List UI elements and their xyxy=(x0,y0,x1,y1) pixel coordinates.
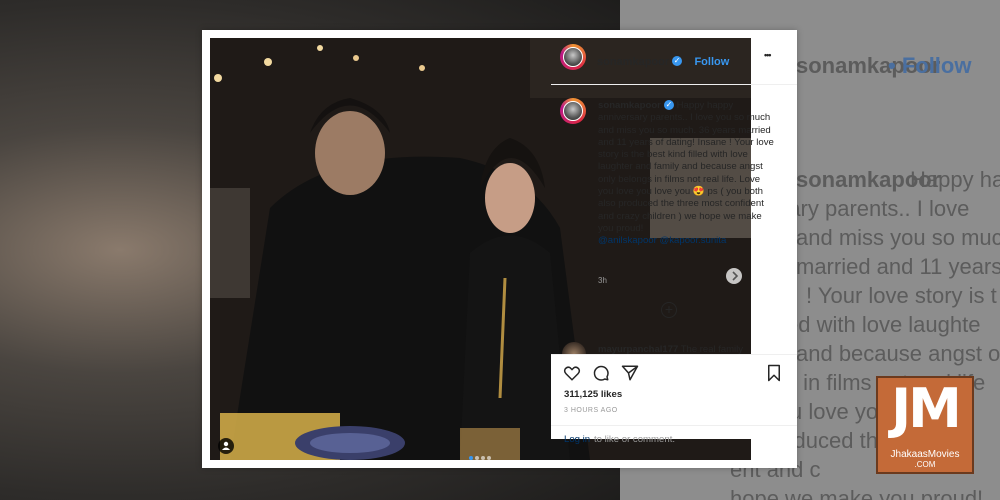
next-photo-chevron-icon[interactable] xyxy=(726,268,742,284)
bg-follow: • Follow xyxy=(888,53,972,78)
logo-site-name: JhakaasMovies xyxy=(890,449,960,460)
commenter-avatar[interactable] xyxy=(562,342,586,354)
bg-line-3: married and 11 years xyxy=(796,254,1000,279)
follow-button[interactable]: Follow xyxy=(694,56,729,68)
bg-line-4: ! Your love story is t xyxy=(806,283,997,308)
commenter-username[interactable]: mayurpanchal177 xyxy=(598,344,678,354)
caption-text: Happy happy anniversary parents.. I love… xyxy=(598,100,774,234)
comment-icon[interactable] xyxy=(592,364,610,387)
carousel-dot-active xyxy=(469,456,473,460)
header-divider xyxy=(551,84,797,85)
verified-badge-icon: ✓ xyxy=(672,55,683,66)
post-author-username[interactable]: sonamkapoor xyxy=(597,56,669,68)
share-icon[interactable] xyxy=(621,364,639,387)
login-prompt: Log in to like or comment. xyxy=(551,425,797,445)
bg-line-6: and because angst o xyxy=(796,341,1000,366)
post-time-ago: 3 HOURS AGO xyxy=(564,407,618,414)
comment-text: The real family xyxy=(680,344,744,354)
comment-preview: mayurpanchal177 The real family xyxy=(598,344,768,354)
caption-username[interactable]: sonamkapoor xyxy=(598,100,661,111)
carousel-dot xyxy=(481,456,485,460)
load-more-comments-plus-icon[interactable]: + xyxy=(661,302,677,318)
mention-link[interactable]: @kapoor.sunita xyxy=(659,235,726,246)
logo-domain: .COM xyxy=(914,460,936,469)
bg-line-2: and miss you so muc xyxy=(796,225,1000,250)
login-link[interactable]: Log in xyxy=(564,434,590,445)
likes-count[interactable]: 311,125 likes xyxy=(564,389,622,400)
jhakaasmovies-logo: JM JhakaasMovies .COM xyxy=(876,376,974,474)
bg-line-0: Happy ha xyxy=(910,167,1000,192)
post-author-avatar[interactable] xyxy=(560,44,586,70)
carousel-dots xyxy=(468,447,492,460)
carousel-dot xyxy=(487,456,491,460)
bg-line-1: rsary parents.. I love xyxy=(770,196,970,221)
caption-timestamp: 3h xyxy=(598,276,607,285)
post-actions-bar: 311,125 likes 3 HOURS AGO Log in to like… xyxy=(551,354,797,445)
more-options-icon[interactable]: ••• xyxy=(764,50,782,60)
instagram-post-embed: sonamkapoor ✓ • Follow ••• sonamkapoor ✓ Ha… xyxy=(202,30,797,468)
bookmark-icon[interactable] xyxy=(765,364,783,387)
tagged-people-icon[interactable] xyxy=(218,438,234,454)
logo-monogram: JM xyxy=(891,377,962,440)
heart-icon[interactable] xyxy=(563,364,581,387)
caption-author-avatar[interactable] xyxy=(560,98,586,124)
bg-line-5: ed with love laughte xyxy=(786,312,981,337)
login-prompt-text: to like or comment. xyxy=(594,434,676,445)
post-header: sonamkapoor ✓ • Follow xyxy=(597,52,729,70)
mention-link[interactable]: @anilskapoor xyxy=(598,235,657,246)
bg-line-11: hope we make you proud! xyxy=(730,486,984,500)
post-caption: sonamkapoor ✓ Happy happy anniversary par… xyxy=(598,100,776,248)
separator-dot: • xyxy=(688,56,693,68)
carousel-dot xyxy=(475,456,479,460)
verified-badge-icon: ✓ xyxy=(663,100,674,111)
